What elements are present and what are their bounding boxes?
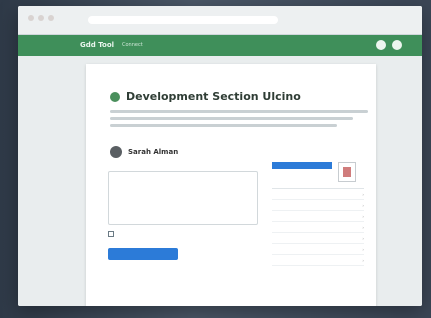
minimize-dot[interactable] — [38, 15, 44, 21]
message-textarea[interactable] — [108, 171, 258, 225]
address-bar[interactable] — [88, 16, 278, 24]
brand-subtitle: Connect — [122, 42, 143, 48]
submit-button[interactable] — [108, 248, 178, 260]
main-card: Development Section Ulcino Sarah Alman ›… — [86, 64, 376, 306]
list-item[interactable]: › — [272, 233, 364, 244]
list-item[interactable]: › — [272, 200, 364, 211]
maximize-dot[interactable] — [48, 15, 54, 21]
chevron-right-icon: › — [362, 213, 364, 219]
page-title: Development Section Ulcino — [126, 90, 301, 103]
profile-avatar — [110, 146, 122, 158]
list-item[interactable]: › — [272, 255, 364, 266]
chevron-right-icon: › — [362, 235, 364, 241]
browser-chrome — [18, 6, 422, 35]
profile-name: Sarah Alman — [128, 148, 179, 156]
settings-icon[interactable] — [392, 40, 402, 50]
selected-row — [272, 162, 364, 182]
description-line — [110, 110, 368, 113]
appbar-actions — [370, 40, 402, 50]
checkbox-row — [108, 231, 118, 237]
chevron-right-icon: › — [362, 202, 364, 208]
user-avatar[interactable] — [376, 40, 386, 50]
agreement-checkbox[interactable] — [108, 231, 114, 237]
app-bar: Gdd Tool Connect — [18, 35, 422, 56]
description-line — [110, 117, 353, 120]
thumbnail[interactable] — [338, 162, 356, 182]
chevron-right-icon: › — [362, 191, 364, 197]
title-row: Development Section Ulcino — [110, 90, 301, 103]
window-controls — [28, 15, 54, 21]
browser-window: Gdd Tool Connect Development Section Ulc… — [18, 6, 422, 306]
app-logo-icon — [110, 91, 120, 102]
list-item[interactable]: › — [272, 222, 364, 233]
document-icon — [343, 167, 351, 177]
right-list: › › › › › › › — [272, 188, 364, 266]
right-panel: › › › › › › › — [272, 150, 364, 266]
content-area: Development Section Ulcino Sarah Alman ›… — [18, 56, 422, 306]
close-dot[interactable] — [28, 15, 34, 21]
description-block — [110, 110, 368, 131]
brand-title: Gdd Tool — [80, 41, 115, 49]
selected-option[interactable] — [272, 162, 332, 169]
chevron-right-icon: › — [362, 224, 364, 230]
list-item[interactable]: › — [272, 189, 364, 200]
profile-row: Sarah Alman — [110, 146, 178, 158]
list-item[interactable]: › — [272, 244, 364, 255]
chevron-right-icon: › — [362, 246, 364, 252]
list-item[interactable]: › — [272, 211, 364, 222]
chevron-right-icon: › — [362, 257, 364, 263]
description-line — [110, 124, 338, 127]
